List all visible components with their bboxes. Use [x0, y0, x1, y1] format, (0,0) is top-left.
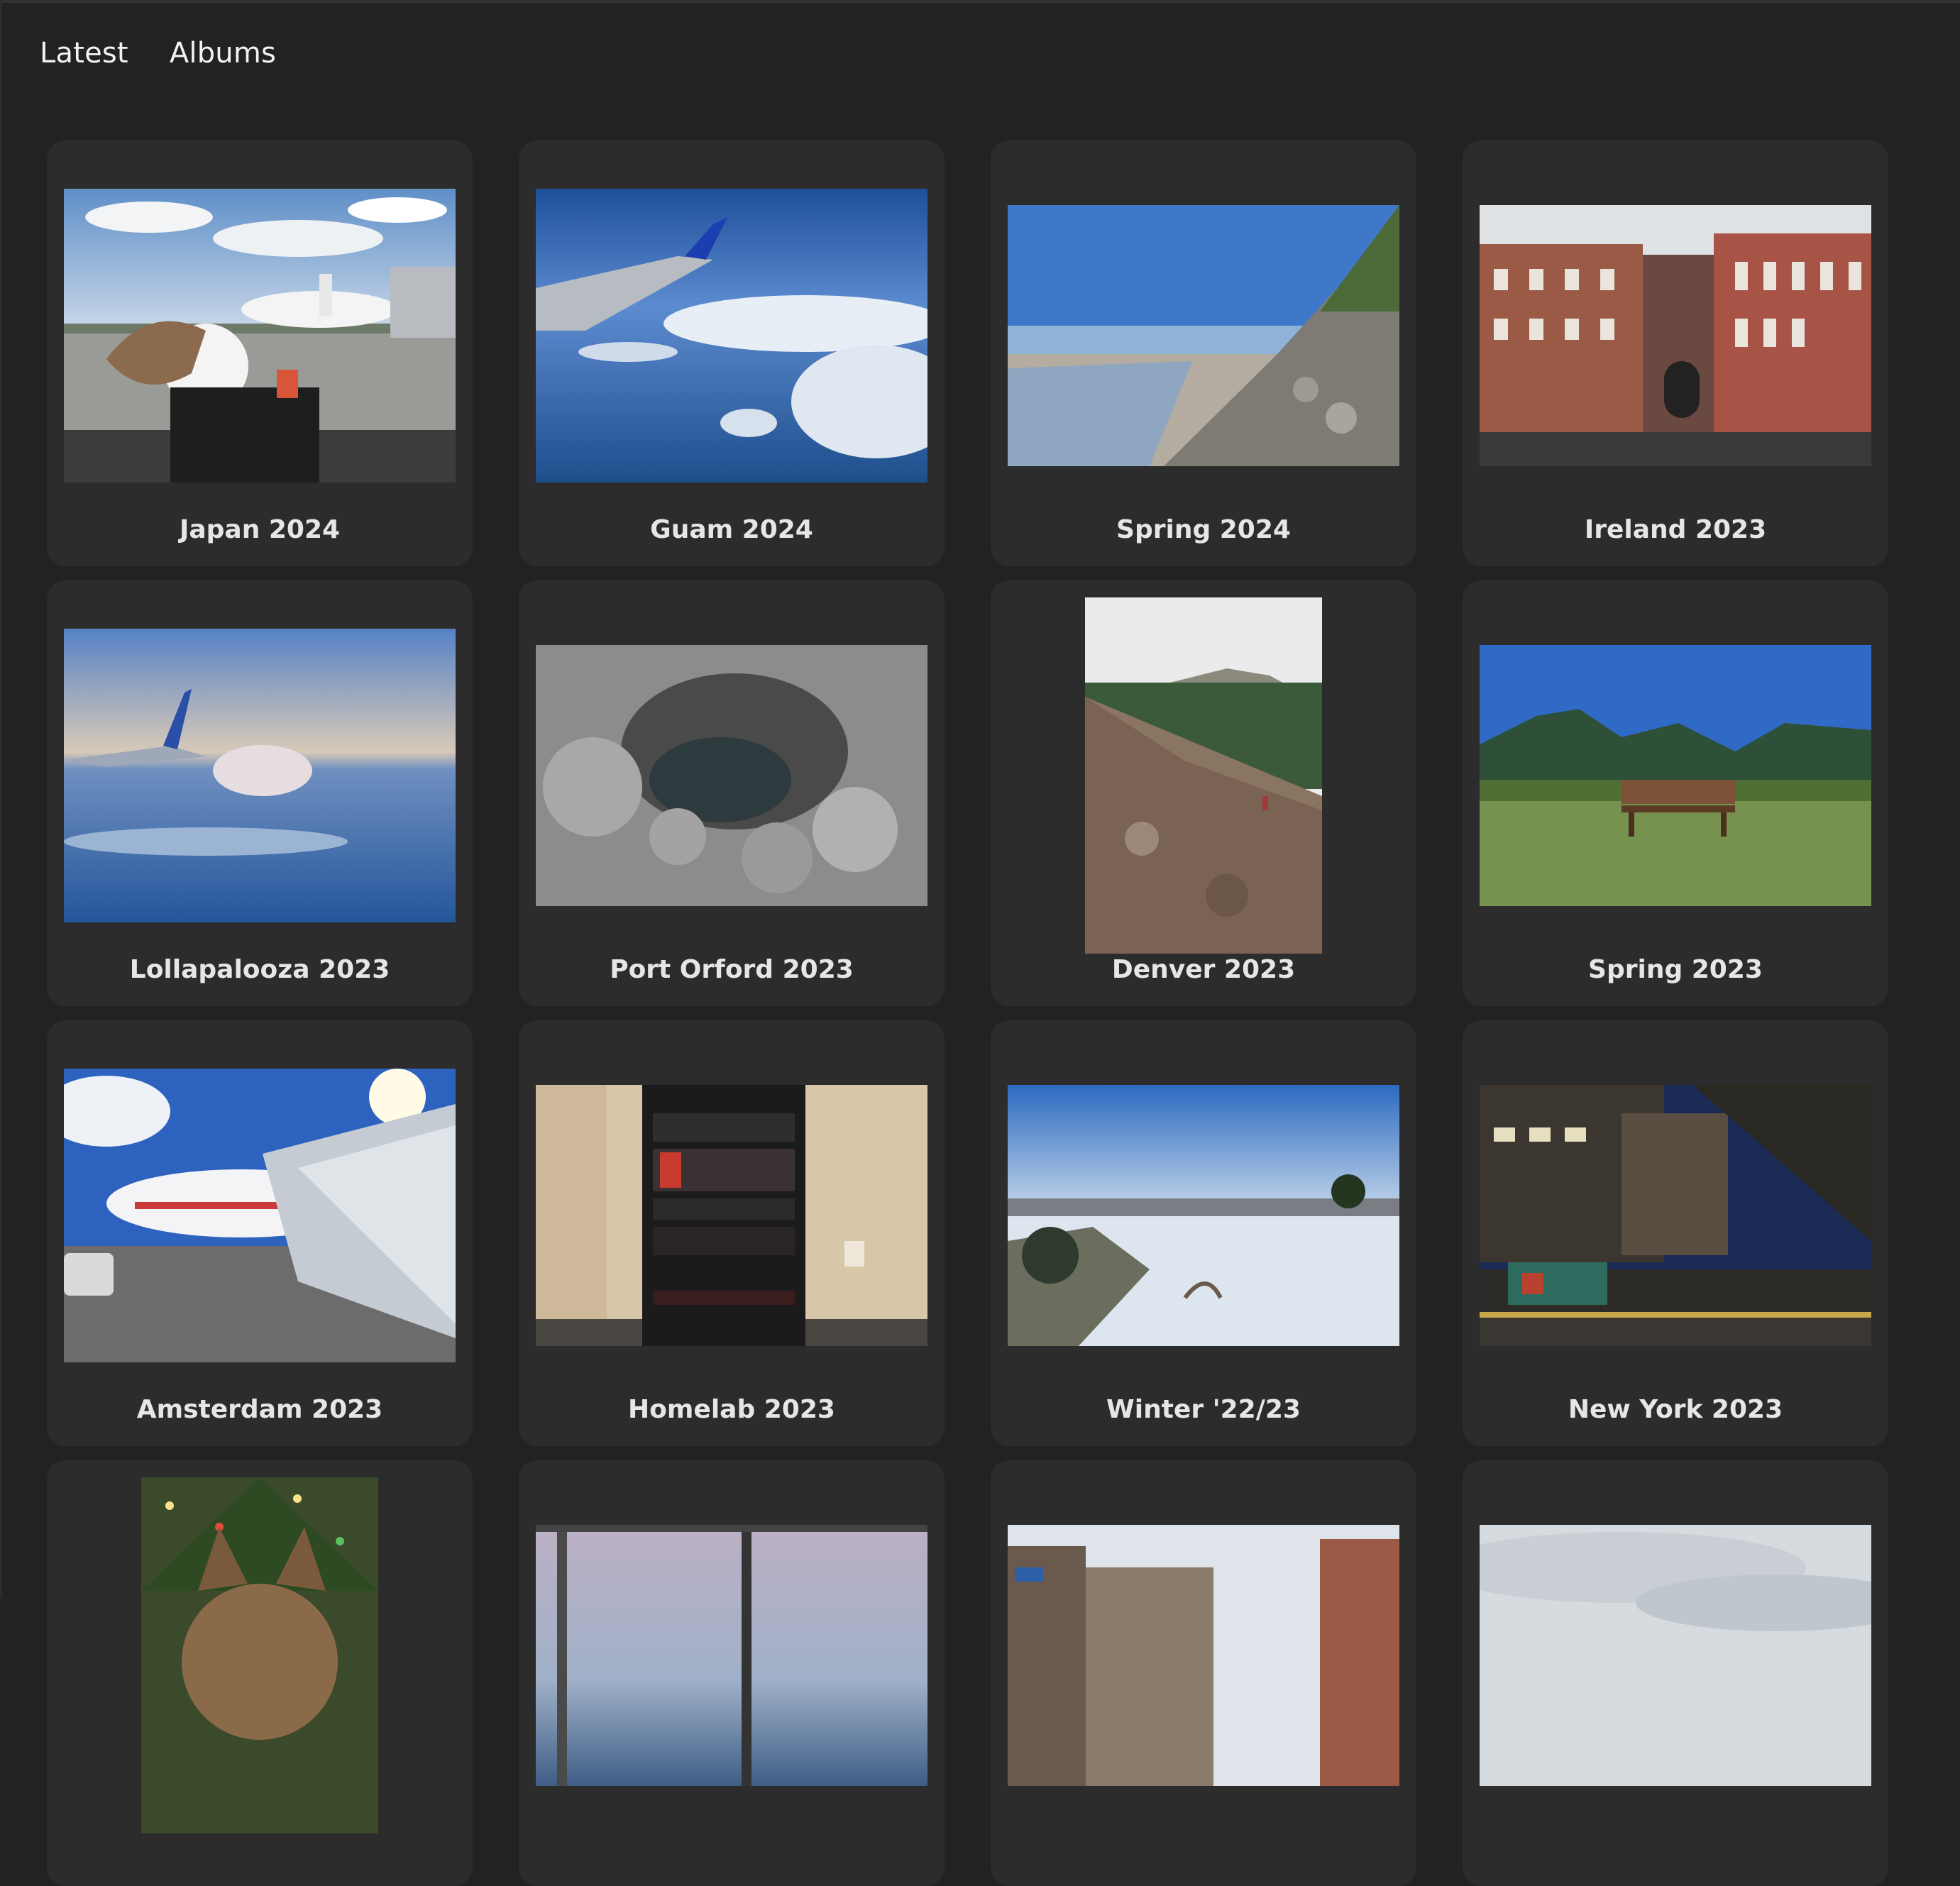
album-card[interactable]: Spring 2023 [1463, 580, 1888, 1006]
album-title: Guam 2024 [650, 515, 813, 544]
album-thumbnail [1085, 597, 1322, 954]
album-card[interactable]: New York 2023 [1463, 1020, 1888, 1446]
album-thumbnail [64, 1069, 456, 1362]
album-title: Port Orford 2023 [610, 955, 854, 984]
album-card[interactable]: Homelab 2023 [519, 1020, 945, 1446]
album-thumbnail [1480, 645, 1871, 906]
album-card[interactable] [991, 1460, 1416, 1886]
album-thumbnail [1480, 1525, 1871, 1786]
album-thumbnail [64, 189, 456, 482]
album-thumbnail [536, 189, 927, 482]
album-thumbnail [1008, 205, 1399, 466]
album-card[interactable] [1463, 1460, 1888, 1886]
top-nav: Latest Albums [40, 37, 276, 70]
album-card[interactable] [47, 1460, 473, 1886]
album-card[interactable]: Amsterdam 2023 [47, 1020, 473, 1446]
album-thumbnail [1480, 1085, 1871, 1346]
album-title: Spring 2024 [1116, 515, 1291, 544]
album-thumbnail [1008, 1085, 1399, 1346]
album-title: Japan 2024 [179, 515, 341, 544]
album-title: Spring 2023 [1588, 955, 1763, 984]
album-card[interactable]: Spring 2024 [991, 140, 1416, 566]
album-grid: Japan 2024 Guam 2024 Spring 2024 Ireland… [47, 140, 1888, 1886]
tab-latest[interactable]: Latest [40, 37, 128, 70]
album-thumbnail [1008, 1525, 1399, 1786]
album-thumbnail [64, 629, 456, 922]
album-title: Ireland 2023 [1584, 515, 1767, 544]
album-card[interactable]: Guam 2024 [519, 140, 945, 566]
album-thumbnail [536, 645, 927, 906]
album-title: Homelab 2023 [628, 1395, 835, 1424]
album-thumbnail [536, 1085, 927, 1346]
album-card[interactable]: Ireland 2023 [1463, 140, 1888, 566]
album-card[interactable]: Port Orford 2023 [519, 580, 945, 1006]
album-thumbnail [1480, 205, 1871, 466]
album-card[interactable] [519, 1460, 945, 1886]
top-border [0, 0, 1960, 3]
album-card[interactable]: Japan 2024 [47, 140, 473, 566]
album-card[interactable]: Denver 2023 [991, 580, 1416, 1006]
tab-albums[interactable]: Albums [170, 37, 276, 70]
album-card[interactable]: Winter '22/23 [991, 1020, 1416, 1446]
left-border [0, 0, 2, 1598]
album-card[interactable]: Lollapalooza 2023 [47, 580, 473, 1006]
album-thumbnail [536, 1525, 927, 1786]
album-title: Amsterdam 2023 [136, 1395, 383, 1424]
album-title: Winter '22/23 [1106, 1395, 1301, 1424]
album-title: New York 2023 [1568, 1395, 1783, 1424]
album-title: Denver 2023 [1111, 955, 1296, 984]
album-thumbnail [141, 1477, 378, 1833]
album-title: Lollapalooza 2023 [129, 955, 390, 984]
